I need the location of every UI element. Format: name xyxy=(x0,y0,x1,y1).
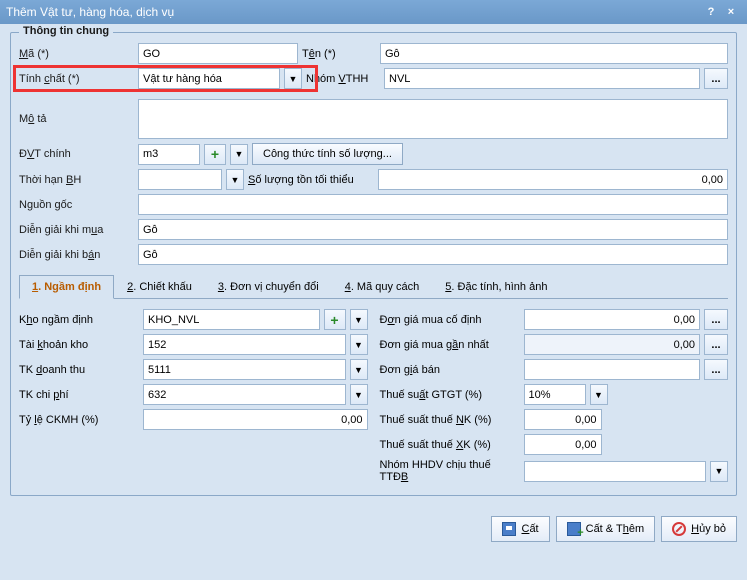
label-diengiaimua: Diễn giải khi mua xyxy=(19,224,134,236)
label-nguongoc: Nguồn gốc xyxy=(19,199,134,211)
save-add-button[interactable]: Cất & Thêm xyxy=(556,516,656,542)
nhom-browse-button[interactable]: ... xyxy=(704,68,728,89)
tyle-input[interactable] xyxy=(143,409,368,430)
thoihan-select[interactable] xyxy=(138,169,222,190)
label-tkcp: TK chi phí xyxy=(19,389,139,401)
label-ttdb: Nhóm HHDV chịu thuế TTĐB xyxy=(380,459,520,483)
label-nk: Thuế suất thuế NK (%) xyxy=(380,414,520,426)
tkkho-dropdown-icon[interactable]: ▼ xyxy=(350,334,368,355)
close-icon[interactable]: × xyxy=(721,6,741,18)
label-xk: Thuế suất thuế XK (%) xyxy=(380,439,520,451)
nk-input[interactable] xyxy=(524,409,602,430)
tinhchat-dropdown-icon[interactable]: ▼ xyxy=(284,68,302,89)
save-icon xyxy=(502,522,516,536)
footer: Cất Cất & Thêm Hủy bỏ xyxy=(0,510,747,548)
label-tkkho: Tài khoản kho xyxy=(19,339,139,351)
dvt-select[interactable] xyxy=(138,144,200,165)
content: Thông tin chung Mã (*) Tên (*) Tính chất… xyxy=(0,24,747,510)
label-dgcd: Đơn giá mua cố định xyxy=(380,314,520,326)
label-kho: Kho ngầm định xyxy=(19,314,139,326)
tkdt-dropdown-icon[interactable]: ▼ xyxy=(350,359,368,380)
ma-input[interactable] xyxy=(138,43,298,64)
label-ma: Mã (*) xyxy=(19,48,134,60)
nhom-input[interactable] xyxy=(384,68,700,89)
thoihan-dropdown-icon[interactable]: ▼ xyxy=(226,169,244,190)
cancel-icon xyxy=(672,522,686,536)
kho-select[interactable] xyxy=(143,309,320,330)
nguongoc-input[interactable] xyxy=(138,194,728,215)
congthuc-button[interactable]: Công thức tính số lượng... xyxy=(252,143,403,165)
tab-dactinh[interactable]: 5. Đặc tính, hình ảnh xyxy=(432,275,560,298)
ttdb-select[interactable] xyxy=(524,461,707,482)
kho-dropdown-icon[interactable]: ▼ xyxy=(350,309,368,330)
gtgt-dropdown-icon[interactable]: ▼ xyxy=(590,384,608,405)
label-nhom: Nhóm VTHH xyxy=(306,73,380,85)
dvt-dropdown-icon[interactable]: ▼ xyxy=(230,144,248,165)
tab-chietkhau[interactable]: 2. Chiết khấu xyxy=(114,275,205,298)
label-diengiaiban: Diễn giải khi bán xyxy=(19,249,134,261)
cancel-button[interactable]: Hủy bỏ xyxy=(661,516,737,542)
tab-content: Kho ngầm định + ▼ Tài khoản kho ▼ TK doa… xyxy=(19,309,728,487)
general-info-fieldset: Thông tin chung Mã (*) Tên (*) Tính chất… xyxy=(10,32,737,496)
dgb-input[interactable] xyxy=(524,359,701,380)
kho-add-button[interactable]: + xyxy=(324,309,346,330)
dggn-browse-button[interactable]: ... xyxy=(704,334,728,355)
tkcp-dropdown-icon[interactable]: ▼ xyxy=(350,384,368,405)
tabs: 1. Ngầm định 2. Chiết khấu 3. Đơn vị chu… xyxy=(19,275,728,299)
tab-ngamdinh[interactable]: 1. Ngầm định xyxy=(19,275,114,299)
label-dvt: ĐVT chính xyxy=(19,148,134,160)
mota-textarea[interactable] xyxy=(138,99,728,139)
dvt-add-button[interactable]: + xyxy=(204,144,226,165)
xk-input[interactable] xyxy=(524,434,602,455)
label-tinhchat: Tính chất (*) xyxy=(19,73,134,85)
tkdt-select[interactable] xyxy=(143,359,346,380)
ttdb-dropdown-icon[interactable]: ▼ xyxy=(710,461,728,482)
label-soluong: Số lượng tồn tối thiểu xyxy=(248,174,374,186)
tab-donvi[interactable]: 3. Đơn vị chuyển đổi xyxy=(205,275,332,298)
diengiaimua-input[interactable] xyxy=(138,219,728,240)
label-gtgt: Thuế suất GTGT (%) xyxy=(380,389,520,401)
tab-maquycach[interactable]: 4. Mã quy cách xyxy=(332,275,433,298)
label-tkdt: TK doanh thu xyxy=(19,364,139,376)
dgb-browse-button[interactable]: ... xyxy=(704,359,728,380)
tkcp-select[interactable] xyxy=(143,384,346,405)
titlebar: Thêm Vật tư, hàng hóa, dịch vụ ? × xyxy=(0,0,747,24)
label-tyle: Tỷ lệ CKMH (%) xyxy=(19,414,139,426)
fieldset-legend: Thông tin chung xyxy=(19,25,113,37)
dggn-input xyxy=(524,334,701,355)
soluong-input[interactable] xyxy=(378,169,728,190)
save-button[interactable]: Cất xyxy=(491,516,549,542)
label-thoihan: Thời hạn BH xyxy=(19,174,134,186)
tkkho-select[interactable] xyxy=(143,334,346,355)
label-ten: Tên (*) xyxy=(302,48,376,60)
dgcd-input[interactable] xyxy=(524,309,701,330)
tinhchat-select[interactable] xyxy=(138,68,280,89)
label-dggn: Đơn giá mua gần nhất xyxy=(380,339,520,351)
ten-input[interactable] xyxy=(380,43,728,64)
dgcd-browse-button[interactable]: ... xyxy=(704,309,728,330)
help-icon[interactable]: ? xyxy=(701,6,721,18)
label-mota: Mô tả xyxy=(19,113,134,125)
diengiaiban-input[interactable] xyxy=(138,244,728,265)
save-add-icon xyxy=(567,522,581,536)
window-title: Thêm Vật tư, hàng hóa, dịch vụ xyxy=(6,5,701,19)
gtgt-select[interactable] xyxy=(524,384,586,405)
label-dgb: Đơn giá bán xyxy=(380,364,520,376)
